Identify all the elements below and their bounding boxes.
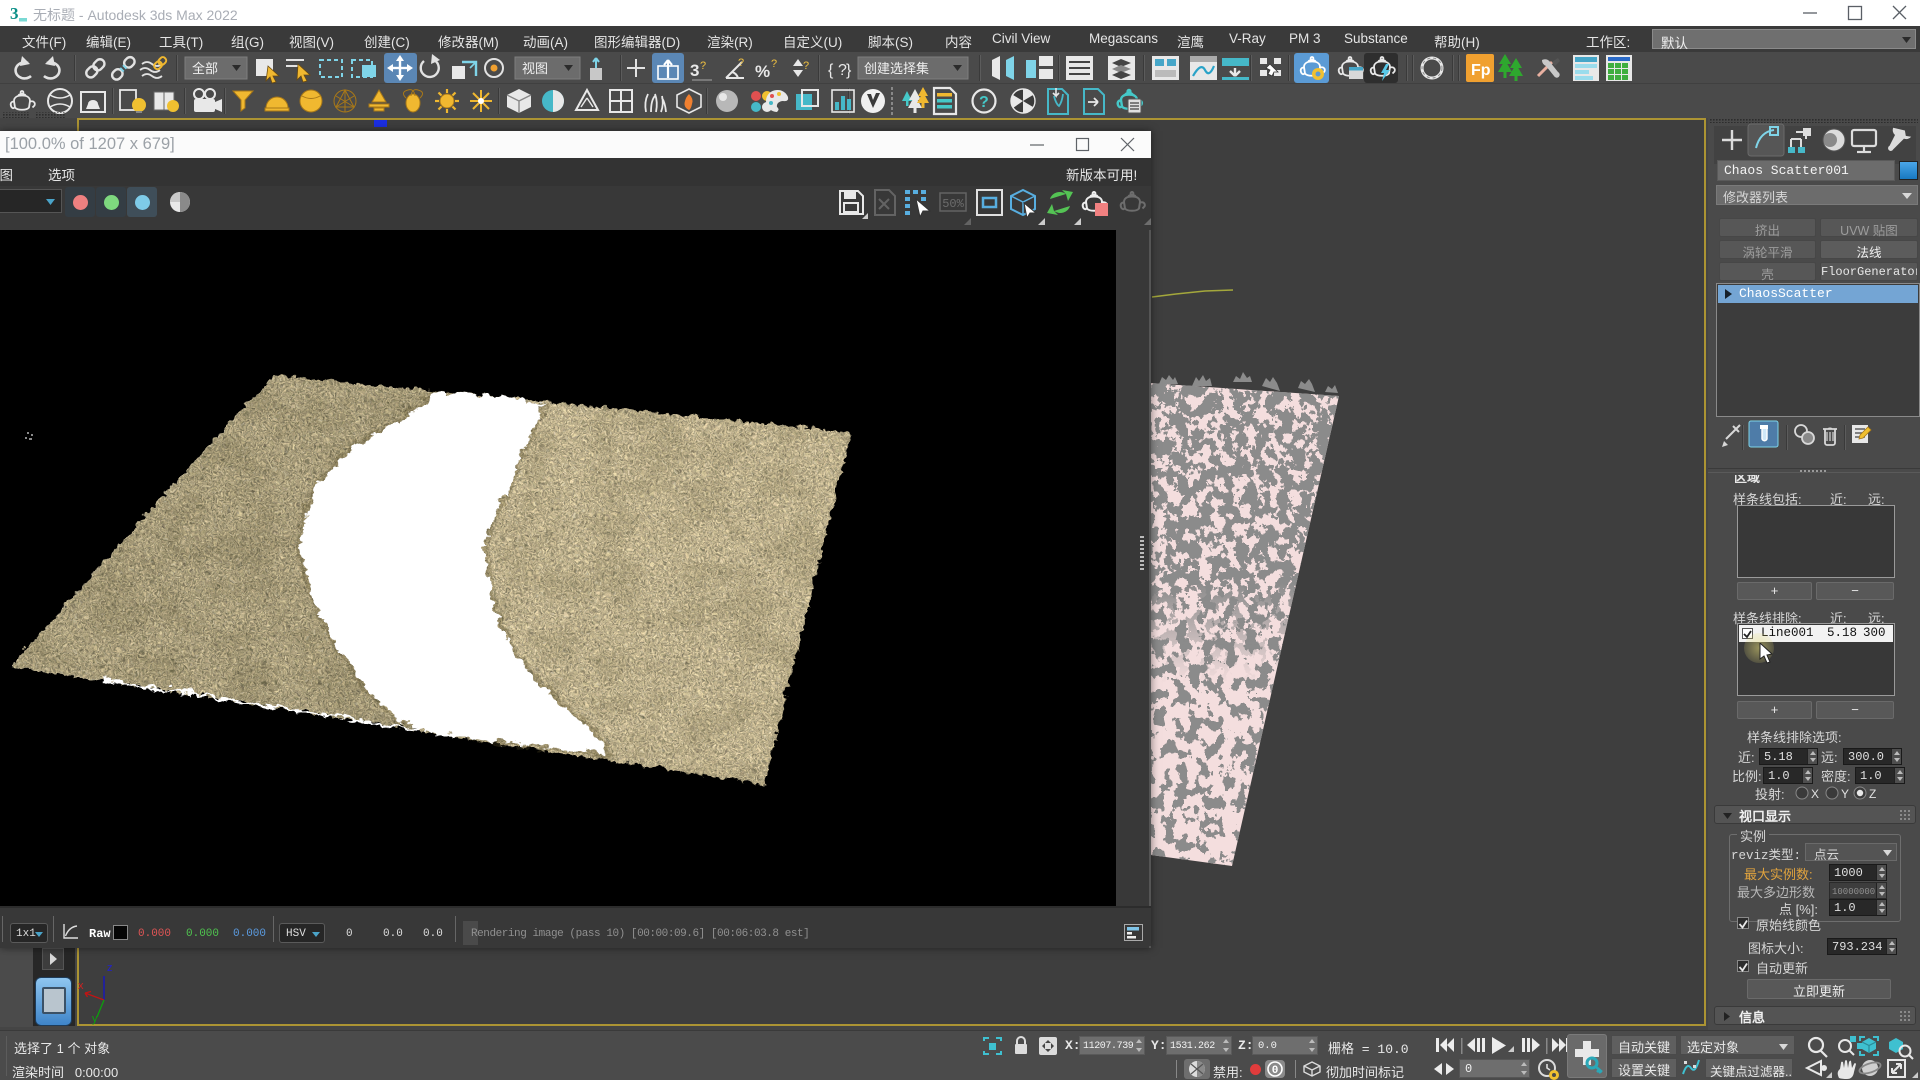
svg-text:Z: Z — [1869, 787, 1876, 801]
svg-text:Y: Y — [1841, 787, 1849, 801]
svg-text:创建选择集: 创建选择集 — [864, 61, 929, 76]
svg-text:Fp: Fp — [1471, 62, 1491, 79]
svg-text:?: ? — [803, 60, 809, 72]
svg-text:?: ? — [979, 94, 989, 111]
svg-text:X: X — [1811, 787, 1819, 801]
svg-text:{: { — [828, 62, 834, 79]
svg-text:?: ? — [771, 58, 777, 70]
svg-text:}: } — [846, 62, 852, 79]
svg-text:z: z — [107, 962, 113, 974]
svg-text:y: y — [92, 1013, 98, 1025]
svg-text:3: 3 — [10, 4, 19, 23]
svg-text:全部: 全部 — [192, 61, 218, 76]
svg-text:%: % — [755, 62, 770, 81]
svg-text:视图: 视图 — [522, 61, 548, 76]
svg-text:0: 0 — [1272, 1065, 1279, 1077]
svg-text:x: x — [78, 980, 84, 992]
svg-text:3: 3 — [690, 61, 699, 80]
svg-text:?: ? — [700, 60, 706, 72]
svg-text:50%: 50% — [942, 197, 964, 211]
svg-text:?: ? — [738, 57, 744, 69]
